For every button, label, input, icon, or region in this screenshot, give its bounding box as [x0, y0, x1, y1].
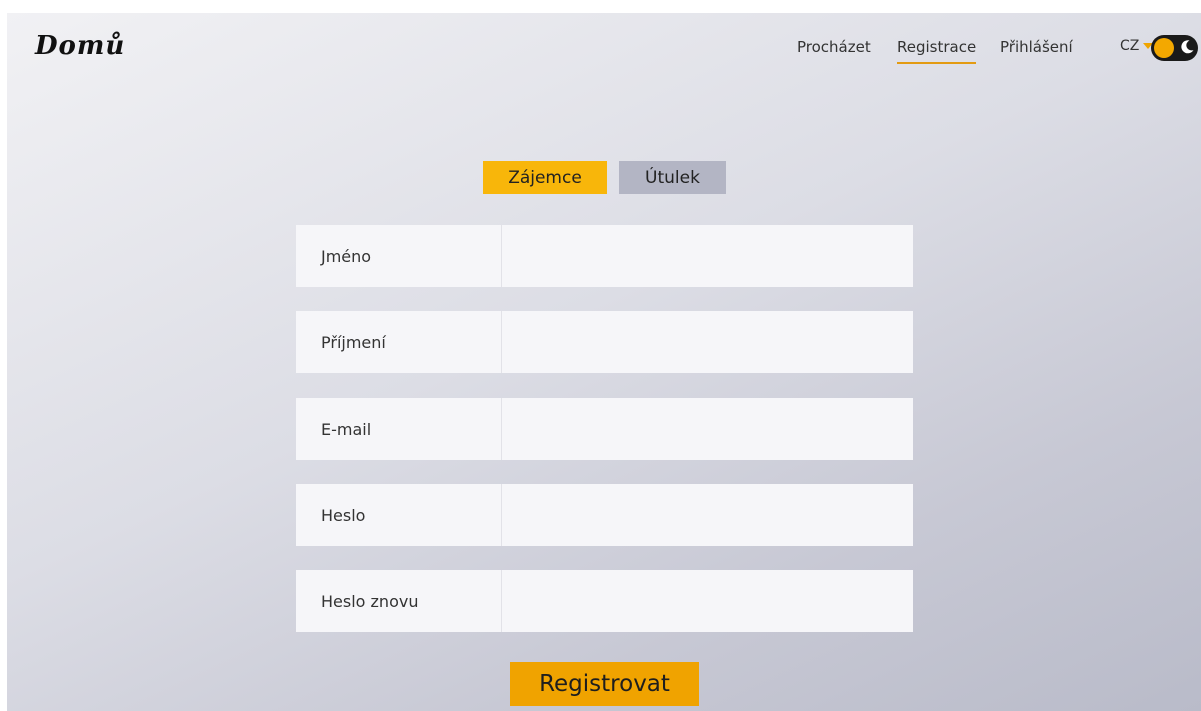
email-row: E-mail — [296, 398, 913, 460]
password-input[interactable] — [502, 484, 913, 546]
nav-login-link[interactable]: Přihlášení — [1000, 38, 1073, 56]
email-input[interactable] — [502, 398, 913, 460]
language-selector[interactable]: CZ — [1120, 38, 1154, 54]
tab-interested[interactable]: Zájemce — [483, 161, 607, 194]
top-navigation: Procházet Registrace Přihlášení CZ — [7, 35, 1201, 68]
email-label: E-mail — [296, 398, 502, 460]
page-background: Domů Procházet Registrace Přihlášení CZ … — [7, 13, 1201, 711]
tab-shelter[interactable]: Útulek — [619, 161, 726, 194]
account-type-tabs: Zájemce Útulek — [7, 161, 1201, 194]
first-name-row: Jméno — [296, 225, 913, 287]
last-name-row: Příjmení — [296, 311, 913, 373]
password-label: Heslo — [296, 484, 502, 546]
moon-icon — [1181, 40, 1194, 54]
last-name-input[interactable] — [502, 311, 913, 373]
theme-toggle[interactable] — [1151, 35, 1198, 61]
password-confirm-label: Heslo znovu — [296, 570, 502, 632]
password-confirm-row: Heslo znovu — [296, 570, 913, 632]
password-confirm-input[interactable] — [502, 570, 913, 632]
nav-register-link[interactable]: Registrace — [897, 38, 977, 64]
toggle-knob — [1154, 38, 1174, 58]
first-name-input[interactable] — [502, 225, 913, 287]
nav-browse-link[interactable]: Procházet — [797, 38, 871, 56]
register-button[interactable]: Registrovat — [510, 662, 699, 706]
password-row: Heslo — [296, 484, 913, 546]
language-label: CZ — [1120, 38, 1140, 54]
last-name-label: Příjmení — [296, 311, 502, 373]
first-name-label: Jméno — [296, 225, 502, 287]
